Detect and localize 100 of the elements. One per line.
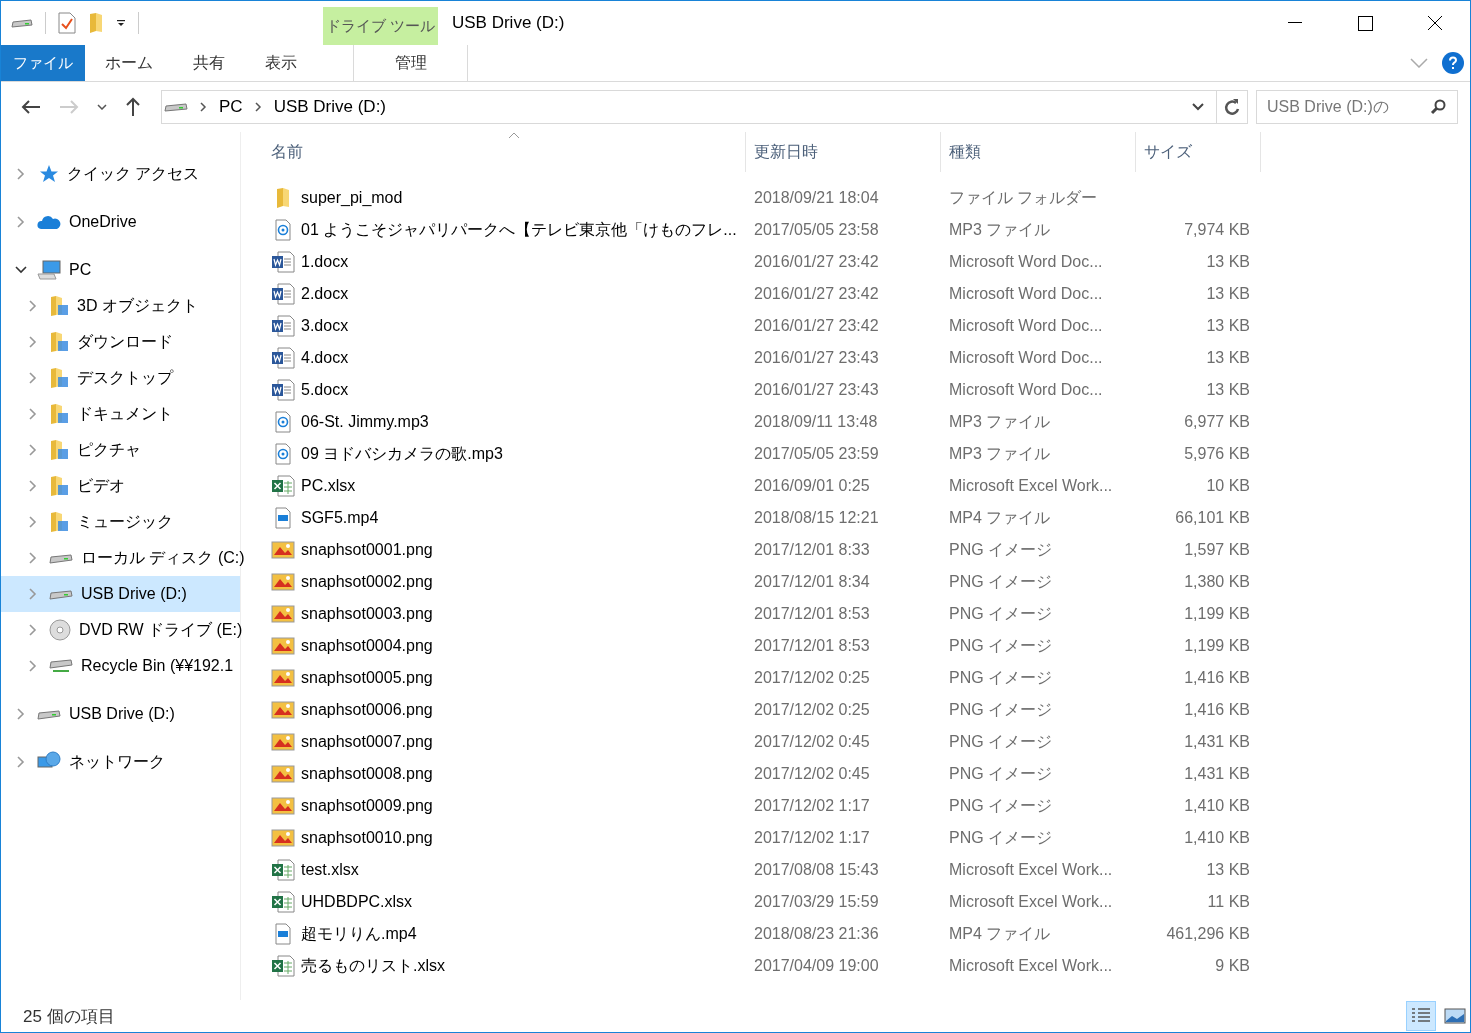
breadcrumb[interactable]: PC — [219, 97, 243, 117]
file-name[interactable]: snaphsot0004.png — [301, 637, 433, 655]
ribbon-tab[interactable]: 共有 — [173, 45, 245, 81]
file-name[interactable]: UHDBDPC.xlsx — [301, 893, 413, 911]
size-cell: 13 KB — [1206, 253, 1250, 270]
file-name[interactable]: snaphsot0003.png — [301, 605, 433, 623]
recent-dropdown-icon[interactable] — [97, 104, 107, 110]
nav-item[interactable]: ピクチャ — [1, 432, 240, 468]
nav-item[interactable]: 3D オブジェクト — [1, 288, 240, 324]
search-icon — [1430, 99, 1446, 115]
nav-item[interactable]: USB Drive (D:) — [1, 696, 240, 732]
column-header[interactable]: 更新日時 — [746, 132, 941, 172]
spreadsheet-icon — [271, 859, 295, 881]
chevron-icon[interactable] — [254, 102, 262, 112]
image-file-icon — [271, 765, 295, 783]
file-name[interactable]: 3.docx — [301, 317, 349, 335]
file-name[interactable]: 06-St. Jimmy.mp3 — [301, 413, 429, 431]
image-file-icon — [271, 701, 295, 719]
folder-icon — [49, 475, 69, 497]
date-cell-text: 2018/08/15 12:21 — [753, 509, 880, 527]
details-view-button[interactable] — [1406, 1001, 1436, 1031]
dropdown-icon[interactable] — [116, 18, 126, 28]
disc-icon — [49, 619, 71, 641]
size-cell: 7,974 KB — [1184, 221, 1250, 238]
file-name[interactable]: super_pi_mod — [301, 189, 403, 207]
file-name[interactable]: snaphsot0001.png — [301, 541, 433, 559]
column-header[interactable]: サイズ — [1136, 132, 1261, 172]
file-name[interactable]: 売るものリスト.xlsx — [301, 955, 445, 977]
type-cell-text: Microsoft Excel Work... — [948, 893, 1114, 911]
drive-icon — [49, 551, 73, 565]
date-cell-text: 2018/08/23 21:36 — [753, 925, 880, 943]
file-name[interactable]: 09 ヨドバシカメラの歌.mp3 — [301, 443, 503, 465]
date-cell-text: 2017/12/01 8:53 — [753, 605, 871, 623]
nav-item[interactable]: USB Drive (D:) — [1, 576, 240, 612]
date-cell-text: 2018/09/11 13:48 — [753, 413, 879, 431]
breadcrumb[interactable]: USB Drive (D:) — [273, 97, 387, 117]
date-cell-text: 2017/12/01 8:33 — [753, 541, 871, 559]
ribbon-tab[interactable]: ファイル — [1, 45, 85, 81]
column-header[interactable]: 種類 — [941, 132, 1136, 172]
type-cell-text: PNG イメージ — [948, 699, 1054, 720]
nav-item[interactable]: クイック アクセス — [1, 156, 240, 192]
file-name[interactable]: 超モリりん.mp4 — [301, 923, 417, 945]
size-cell: 1,199 KB — [1184, 605, 1250, 622]
folder-icon[interactable] — [88, 12, 104, 34]
ribbon-tab[interactable]: ホーム — [85, 45, 173, 81]
image-file-icon — [271, 637, 295, 655]
file-name[interactable]: 1.docx — [301, 253, 349, 271]
nav-item[interactable]: ミュージック — [1, 504, 240, 540]
nav-item[interactable]: ネットワーク — [1, 744, 240, 780]
type-cell-text: PNG イメージ — [948, 667, 1054, 688]
file-name[interactable]: snaphsot0002.png — [301, 573, 433, 591]
nav-item[interactable]: ダウンロード — [1, 324, 240, 360]
help-icon[interactable] — [1442, 52, 1464, 74]
nav-item[interactable]: Recycle Bin (¥¥192.1 — [1, 648, 240, 684]
ribbon-tab[interactable]: 表示 — [245, 45, 317, 81]
address-bar[interactable]: PC USB Drive (D:) — [161, 90, 1248, 124]
column-header[interactable]: 名前 — [271, 132, 746, 172]
nav-item[interactable]: ビデオ — [1, 468, 240, 504]
back-arrow-icon[interactable] — [21, 99, 41, 115]
spreadsheet-icon — [271, 475, 295, 497]
file-name[interactable]: snaphsot0006.png — [301, 701, 433, 719]
date-cell-text: 2017/12/02 1:17 — [753, 797, 871, 815]
up-arrow-icon[interactable] — [125, 97, 141, 117]
computer-icon — [37, 260, 61, 280]
nav-item[interactable]: OneDrive — [1, 204, 240, 240]
drive-icon — [164, 101, 188, 113]
file-name[interactable]: 5.docx — [301, 381, 349, 399]
date-cell-text: 2017/04/09 19:00 — [753, 957, 880, 975]
file-name[interactable]: snaphsot0007.png — [301, 733, 433, 751]
file-name[interactable]: snaphsot0008.png — [301, 765, 433, 783]
folder-icon — [49, 295, 69, 317]
forward-arrow-icon[interactable] — [59, 99, 79, 115]
type-cell-text: ファイル フォルダー — [948, 187, 1099, 208]
nav-item[interactable]: DVD RW ドライブ (E:) — [1, 612, 240, 648]
window-title: USB Drive (D:) — [451, 12, 566, 34]
drive-icon[interactable] — [11, 17, 33, 29]
file-name[interactable]: test.xlsx — [301, 861, 359, 879]
nav-item[interactable]: ドキュメント — [1, 396, 240, 432]
dropdown-icon[interactable] — [1192, 103, 1204, 111]
file-name[interactable]: snaphsot0009.png — [301, 797, 433, 815]
ribbon-tab[interactable]: 管理 — [353, 45, 468, 81]
type-cell-text: MP3 ファイル — [948, 443, 1052, 464]
word-document-icon — [271, 315, 295, 337]
expand-chevron-icon[interactable] — [15, 264, 27, 276]
properties-icon[interactable] — [58, 12, 76, 34]
file-name[interactable]: PC.xlsx — [301, 477, 356, 495]
size-cell: 1,431 KB — [1184, 733, 1250, 750]
file-name[interactable]: 01 ようこそジャパリパークへ【テレビ東京他「けものフレ... — [301, 219, 737, 241]
file-name[interactable]: snaphsot0005.png — [301, 669, 433, 687]
nav-item[interactable]: PC — [1, 252, 240, 288]
nav-item[interactable]: デスクトップ — [1, 360, 240, 396]
file-name[interactable]: 2.docx — [301, 285, 349, 303]
file-name[interactable]: 4.docx — [301, 349, 349, 367]
type-cell-text: PNG イメージ — [948, 731, 1054, 752]
file-name[interactable]: SGF5.mp4 — [301, 509, 379, 527]
chevron-icon[interactable] — [200, 102, 207, 112]
file-name[interactable]: snaphsot0010.png — [301, 829, 433, 847]
date-cell-text: 2016/01/27 23:43 — [753, 349, 880, 367]
expand-ribbon-icon[interactable] — [1410, 58, 1428, 68]
search-field[interactable]: USB Drive (D:)の — [1256, 90, 1458, 124]
